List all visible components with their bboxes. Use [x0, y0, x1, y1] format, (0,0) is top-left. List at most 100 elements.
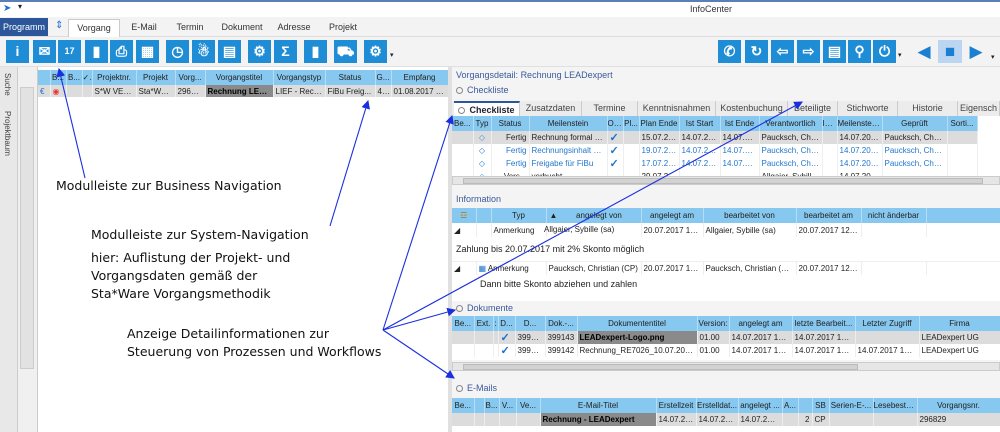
arrow-right-icon[interactable]: ⇨: [797, 40, 820, 63]
section-dokumente[interactable]: Dokumente: [456, 303, 513, 313]
printer-icon[interactable]: ⎙: [110, 40, 133, 63]
column-header[interactable]: bearbeitet am: [796, 208, 862, 223]
section-emails[interactable]: E-Mails: [456, 383, 497, 393]
tab-email[interactable]: E-Mail: [122, 19, 166, 37]
tab-zusatzdaten[interactable]: Zusatzdaten: [520, 101, 582, 116]
table-row[interactable]: € ◉ S*W VERT Sta*War... 296829 Rechnung LEAD…: [38, 85, 449, 97]
horizontal-scrollbar[interactable]: [452, 176, 1000, 185]
tab-eigenschaften[interactable]: Eigensch: [958, 101, 1000, 116]
table-row[interactable]: ◇ Fertig Freigabe für FiBu ✓ 17.07.2017 14.07…: [452, 157, 978, 170]
column-header[interactable]: Dok.-...: [545, 316, 578, 331]
tab-stichworte[interactable]: Stichworte: [838, 101, 898, 116]
column-header[interactable]: angelegt ...: [738, 398, 783, 413]
sigma-icon[interactable]: Σ: [274, 40, 297, 63]
table-row[interactable]: ◇FertigRechnungsinhalt geprüft✓ 19.07.201…: [452, 144, 978, 157]
column-header[interactable]: A...: [782, 398, 799, 413]
column-header[interactable]: E-Mail-Titel: [540, 398, 657, 413]
refresh-document-icon[interactable]: ↻: [745, 40, 768, 63]
cart-truck-icon[interactable]: ⛟: [334, 40, 357, 63]
stop-icon[interactable]: ■: [938, 40, 962, 63]
column-header[interactable]: Erstelldat...: [696, 398, 739, 413]
toolbar-overflow-icon[interactable]: ▾: [991, 53, 995, 61]
table-row[interactable]: ◢ ▦ Anmerkung Paucksch, Christian (CP) 20.0…: [452, 261, 1000, 275]
gears-icon[interactable]: ⚙: [364, 40, 387, 63]
arrow-left-icon[interactable]: ⇦: [771, 40, 794, 63]
column-header[interactable]: Serien-E-...: [829, 398, 874, 413]
quick-access-dropdown-icon[interactable]: ▾: [18, 2, 22, 11]
column-header[interactable]: Sorti...: [947, 116, 978, 131]
column-header[interactable]: Typ: [491, 208, 547, 223]
vertical-scrollbar[interactable]: [18, 67, 38, 432]
previous-icon[interactable]: ◀: [912, 40, 936, 63]
column-header[interactable]: Ist Start: [679, 116, 721, 131]
scrollbar-thumb[interactable]: [20, 87, 34, 369]
column-header[interactable]: Ist...: [822, 116, 838, 131]
section-checkliste[interactable]: Checkliste: [456, 85, 509, 95]
column-header[interactable]: ▲ angelegt von: [546, 208, 642, 223]
expand-icon[interactable]: ◢: [452, 223, 477, 237]
tab-termin[interactable]: Termin: [166, 19, 214, 37]
expand-icon[interactable]: ◢: [452, 261, 477, 275]
tab-checkliste[interactable]: Checkliste: [454, 101, 520, 116]
column-header[interactable]: Vorgangstyp: [273, 70, 326, 85]
user-barcode-icon[interactable]: ▮: [304, 40, 327, 63]
column-header[interactable]: Empfang: [391, 70, 449, 85]
column-header[interactable]: Letzter Zugriff: [855, 316, 920, 331]
column-header[interactable]: OK?: [607, 116, 624, 131]
new-timer-icon[interactable]: ◷: [166, 40, 189, 63]
column-header[interactable]: Projekt: [136, 70, 176, 85]
tree-icon[interactable]: ☲: [452, 208, 477, 223]
column-header[interactable]: Erstellzeit: [656, 398, 697, 413]
mail-envelope-icon[interactable]: ✉: [33, 40, 56, 63]
table-row[interactable]: ◇FertigRechnung formal geprüft✓ 15.07.201…: [452, 131, 978, 144]
tab-kostenbuchung[interactable]: Kostenbuchung: [716, 101, 788, 116]
column-header[interactable]: Projektnr.: [92, 70, 137, 85]
tab-beteiligte[interactable]: Beteiligte: [788, 101, 838, 116]
column-header[interactable]: Geprüft: [882, 116, 948, 131]
user-clock-icon[interactable]: ☃: [192, 40, 215, 63]
tab-historie[interactable]: Historie: [898, 101, 958, 116]
phone-icon[interactable]: ✆: [718, 40, 741, 63]
column-header[interactable]: Lesebestät...: [873, 398, 918, 413]
gear-server-icon[interactable]: ⚙: [248, 40, 271, 63]
section-information[interactable]: Information: [456, 194, 501, 204]
sort-updown-icon[interactable]: ⇕: [55, 20, 63, 31]
column-header[interactable]: Status: [491, 116, 530, 131]
toolbar-overflow-icon[interactable]: ▾: [898, 51, 902, 59]
table-row[interactable]: ◢ Anmerkung 20.07.2017 12:10 Allgaier, Sybi…: [452, 223, 1000, 237]
binder-icon[interactable]: ▮: [85, 40, 108, 63]
column-header[interactable]: Typ: [473, 116, 492, 131]
horizontal-scrollbar[interactable]: [452, 362, 1000, 371]
contact-list-icon[interactable]: ▦: [136, 40, 159, 63]
table-row[interactable]: Rechnung - LEADexpert14.07.201...14.07.2…: [452, 413, 1000, 426]
calendar-icon[interactable]: 17: [58, 40, 81, 63]
column-header[interactable]: Version:: [697, 316, 730, 331]
column-header[interactable]: Ext.: [474, 316, 494, 331]
chart-clock-icon[interactable]: ▤: [218, 40, 241, 63]
info-icon[interactable]: i: [6, 40, 29, 63]
column-header[interactable]: Vorgangsnr.: [917, 398, 1000, 413]
column-header[interactable]: SB: [812, 398, 830, 413]
column-header[interactable]: nicht änderbar: [861, 208, 927, 223]
column-header[interactable]: V...: [499, 398, 517, 413]
table-row[interactable]: ✓ 399142 399142 Rechnung_RE7026_10.07.2017.…: [452, 344, 1000, 357]
tab-adresse[interactable]: Adresse: [270, 19, 318, 37]
column-header[interactable]: Be...: [452, 398, 475, 413]
column-header[interactable]: Firma: [919, 316, 1000, 331]
column-header[interactable]: D...: [498, 316, 516, 331]
column-header[interactable]: letzte Bearbeit...: [792, 316, 856, 331]
column-header[interactable]: angelegt am: [641, 208, 704, 223]
column-header[interactable]: ✓...: [82, 70, 93, 85]
power-icon[interactable]: ⏻: [873, 40, 896, 63]
column-header[interactable]: [38, 70, 51, 85]
side-tab-suche[interactable]: Suche: [3, 73, 12, 96]
column-header[interactable]: Meilenstein-...: [837, 116, 883, 131]
tab-kenntnisnahmen[interactable]: Kenntnisnahmen: [638, 101, 716, 116]
column-header[interactable]: bearbeitet von: [703, 208, 797, 223]
column-header[interactable]: Plan Ende: [639, 116, 680, 131]
column-header[interactable]: G...: [375, 70, 392, 85]
column-header[interactable]: Dokumententitel: [577, 316, 698, 331]
column-header[interactable]: Status: [325, 70, 376, 85]
column-header[interactable]: [474, 398, 485, 413]
column-header[interactable]: angelegt am: [729, 316, 793, 331]
